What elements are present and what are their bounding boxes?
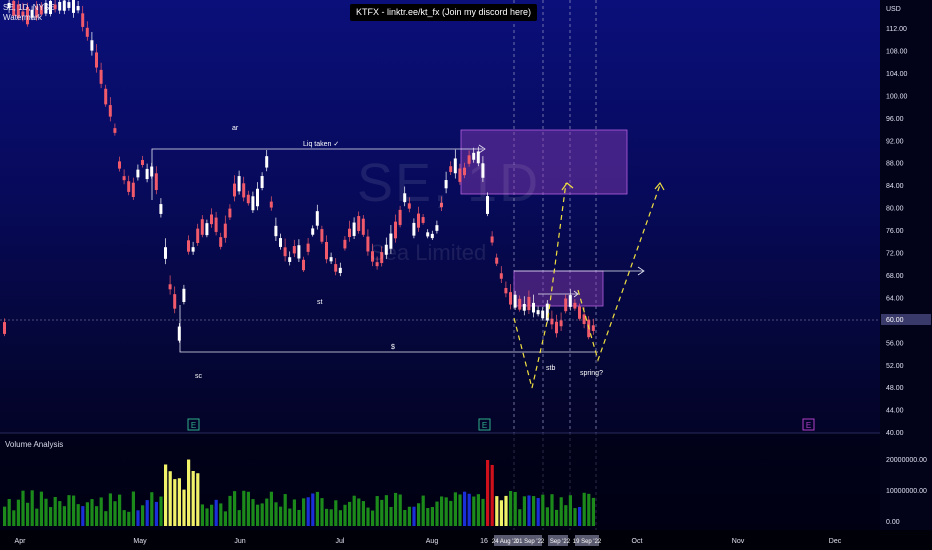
svg-text:E: E	[806, 421, 811, 430]
annotation-spring: spring?	[580, 370, 603, 377]
chart-root[interactable]: USD 112.00 108.00 104.00 100.00 96.00 92.00 88.…	[0, 0, 932, 550]
annotation-sc: sc	[195, 373, 203, 380]
price-axis[interactable]: USD 112.00 108.00 104.00 100.00 96.00 92.00 88.…	[880, 0, 932, 530]
watermark-ticker: SE, 1D	[357, 153, 541, 213]
price-tick-label: 48.00	[886, 385, 904, 392]
price-tick-label: 44.00	[886, 408, 904, 415]
price-tick-label: 92.00	[886, 138, 904, 145]
price-tick-label: 112.00	[886, 26, 907, 33]
volume-title[interactable]: Volume Analysis	[5, 440, 63, 449]
price-tick-label: 40.00	[886, 430, 904, 437]
time-tick-label: Jun	[234, 538, 245, 545]
annotation-liq: Liq taken ✓	[303, 141, 339, 148]
promo-banner[interactable]: KTFX - linktr.ee/kt_fx (Join my discord …	[350, 4, 538, 21]
time-tick-label: Aug	[426, 538, 439, 545]
time-highlight-label: Sep '22	[550, 539, 571, 545]
time-tick-label: Dec	[829, 538, 842, 545]
price-tick-label: 80.00	[886, 206, 904, 213]
price-tick-label: 68.00	[886, 273, 904, 280]
symbol-label[interactable]: SE, 1D, NYSE	[3, 3, 55, 13]
watermark-name: Sea Limited	[370, 240, 487, 265]
annotation-ar: ar	[232, 125, 239, 132]
volume-tick-label: 20000000.00	[886, 457, 927, 464]
time-highlight-label: 19 Sep '22	[573, 539, 602, 545]
symbol-header[interactable]: SE, 1D, NYSE Watermark	[3, 3, 55, 23]
volume-tick-label: 0.00	[886, 519, 900, 526]
time-tick-label: Oct	[632, 538, 643, 545]
time-tick-label: Nov	[732, 538, 745, 545]
currency-label: USD	[886, 6, 901, 13]
svg-text:60.00: 60.00	[886, 317, 904, 324]
price-tick-label: 104.00	[886, 71, 908, 78]
price-tick-label: 72.00	[886, 251, 904, 258]
price-tick-label: 56.00	[886, 340, 904, 347]
price-chart[interactable]: USD 112.00 108.00 104.00 100.00 96.00 92.00 88.…	[0, 0, 932, 550]
time-tick-label: 16	[480, 538, 488, 545]
time-tick-label: Apr	[15, 538, 27, 545]
price-tick-label: 108.00	[886, 48, 908, 55]
price-tick-label: 100.00	[886, 93, 908, 100]
annotation-st: st	[317, 299, 323, 306]
volume-tick-label: 10000000.00	[886, 488, 927, 495]
price-tick-label: 84.00	[886, 183, 904, 190]
price-tick-label: 76.00	[886, 228, 904, 235]
price-tick-label: 96.00	[886, 116, 904, 123]
supply-zone-middle[interactable]	[513, 270, 604, 307]
price-tick-label: 88.00	[886, 161, 904, 168]
time-highlight-label: 01 Sep '22	[516, 539, 545, 545]
indicator-label[interactable]: Watermark	[3, 13, 55, 23]
svg-text:E: E	[191, 421, 196, 430]
time-tick-label: Jul	[336, 538, 345, 545]
annotation-dollar: $	[391, 344, 395, 351]
svg-text:E: E	[482, 421, 487, 430]
price-tick-label: 64.00	[886, 295, 904, 302]
earnings-markers[interactable]: E E E	[187, 418, 815, 431]
price-tick-label: 52.00	[886, 363, 904, 370]
time-tick-label: May	[133, 538, 147, 545]
annotation-stb: stb	[546, 365, 555, 372]
